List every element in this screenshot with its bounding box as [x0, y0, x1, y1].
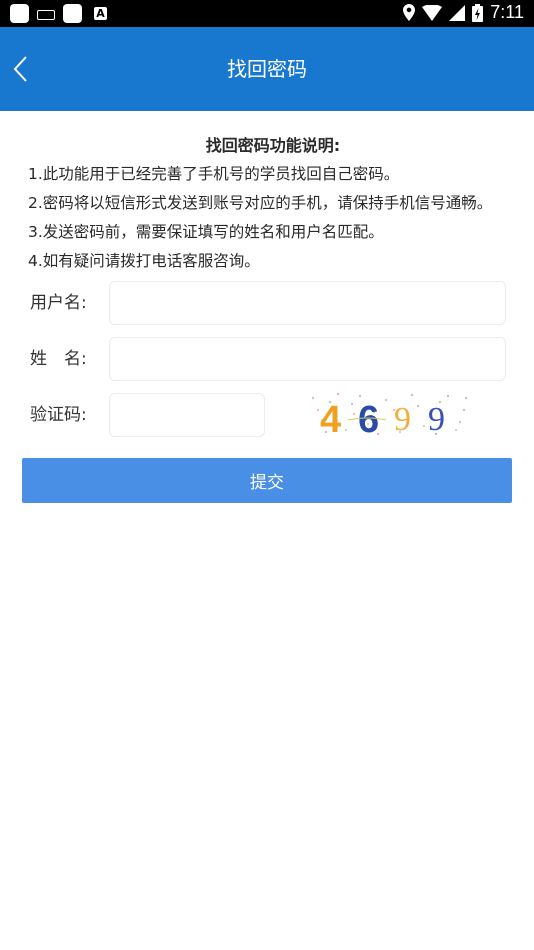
instruction-line: 2.密码将以短信形式发送到账号对应的手机，请保持手机信号通畅。: [28, 194, 493, 212]
instruction-line: 1.此功能用于已经完善了手机号的学员找回自己密码。: [28, 165, 400, 183]
instruction-line: 3.发送密码前，需要保证填写的姓名和用户名匹配。: [28, 223, 384, 241]
battery-icon: [472, 3, 484, 22]
status-time: 7:11: [490, 2, 524, 22]
name-input[interactable]: [109, 337, 506, 381]
instructions: 找回密码功能说明: 1.此功能用于已经完善了手机号的学员找回自己密码。 2.密码…: [28, 132, 518, 276]
instruction-line: 4.如有疑问请拨打电话客服咨询。: [28, 252, 260, 270]
captcha-char: 9: [394, 401, 411, 438]
app-notification-icon: [63, 4, 82, 23]
signal-icon: [449, 4, 466, 21]
username-input[interactable]: [109, 281, 506, 325]
keyboard-icon: [37, 9, 55, 20]
instructions-title: 找回密码功能说明:: [205, 136, 341, 155]
captcha-image[interactable]: 4 6 9 9: [308, 390, 470, 438]
captcha-char: 4: [320, 399, 341, 438]
captcha-char: 9: [428, 401, 445, 438]
name-label: 姓 名:: [30, 349, 87, 369]
captcha-input[interactable]: [109, 393, 265, 437]
captcha-label: 验证码:: [30, 405, 87, 425]
text-a-icon: A: [94, 7, 107, 20]
wifi-icon: [422, 4, 443, 21]
status-bar: A 7:11: [0, 0, 534, 27]
location-icon: [403, 4, 416, 21]
submit-button[interactable]: 提交: [22, 458, 512, 503]
username-label: 用户名:: [30, 293, 87, 313]
page-title: 找回密码: [227, 57, 307, 81]
app-bar: 找回密码: [0, 27, 534, 111]
app-notification-icon: [10, 4, 29, 23]
